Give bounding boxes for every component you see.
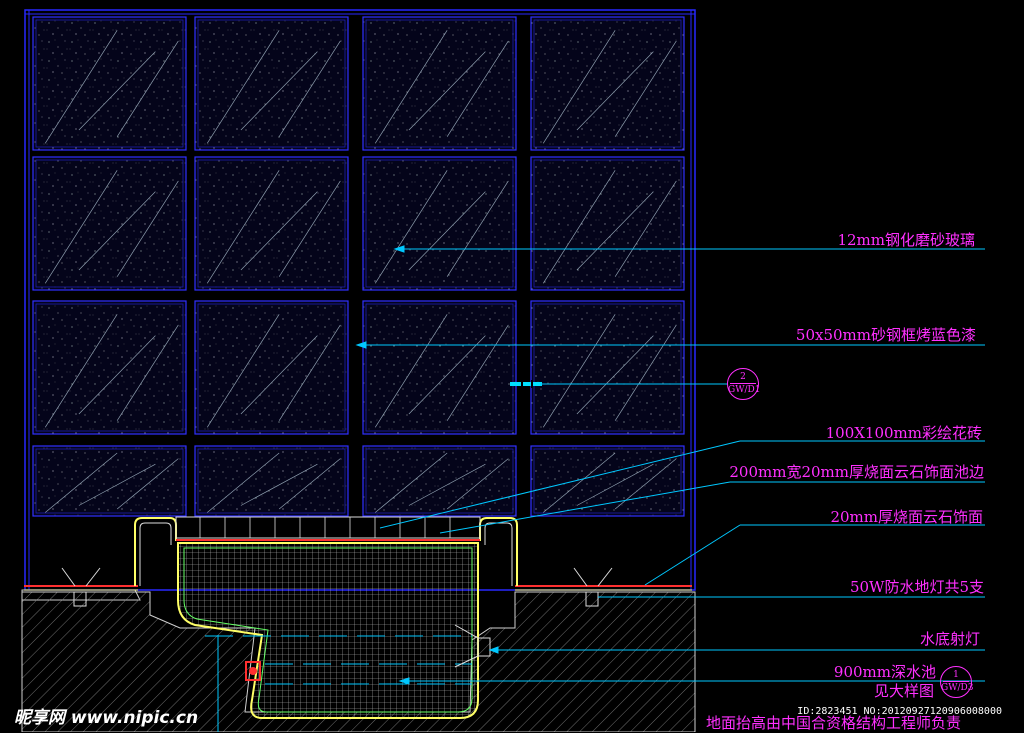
glass-panel (194, 300, 349, 435)
glass-panel (194, 16, 349, 151)
glass-panel (32, 445, 187, 517)
glass-panel (530, 16, 685, 151)
glass-panel (530, 445, 685, 517)
label-see-detail: 见大样图 (873, 682, 934, 700)
glass-panel (32, 156, 187, 291)
label-stone-face: 20mm厚烧面云石饰面 (830, 508, 983, 526)
glass-panel (32, 300, 187, 435)
label-glass: 12mm钢化磨砂玻璃 (837, 231, 975, 249)
label-painted-tile: 100X100mm彩绘花砖 (825, 424, 982, 442)
glass-panel (32, 16, 187, 151)
glass-panel (362, 445, 517, 517)
label-steel-frame: 50x50mm砂钢框烤蓝色漆 (795, 326, 976, 344)
label-ground-lights: 50W防水地灯共5支 (849, 578, 984, 596)
glass-panels (32, 16, 685, 517)
label-underwater-light: 水底射灯 (919, 630, 980, 648)
coping-tiles (175, 516, 481, 539)
watermark-site: 昵享网 www.nipic.cn (14, 708, 199, 728)
glass-panel (362, 16, 517, 151)
glass-panel (362, 156, 517, 291)
label-pool-edge: 200mm宽20mm厚烧面云石饰面池边 (729, 463, 984, 481)
glass-panel (194, 445, 349, 517)
glass-panel (362, 300, 517, 435)
glass-panel (530, 156, 685, 291)
label-pool-depth: 900mm深水池 (833, 663, 936, 681)
detail-ref-bubble-1: 1 GW/D3 (940, 666, 973, 698)
elevation-drawing (21, 9, 985, 732)
detail-ref-bubble-2: 2 GW/D1 (727, 368, 760, 400)
glass-panel (530, 300, 685, 435)
glass-panel (194, 156, 349, 291)
watermark-id: ID:2823451 NO:20120927120906008000 (797, 706, 1002, 717)
